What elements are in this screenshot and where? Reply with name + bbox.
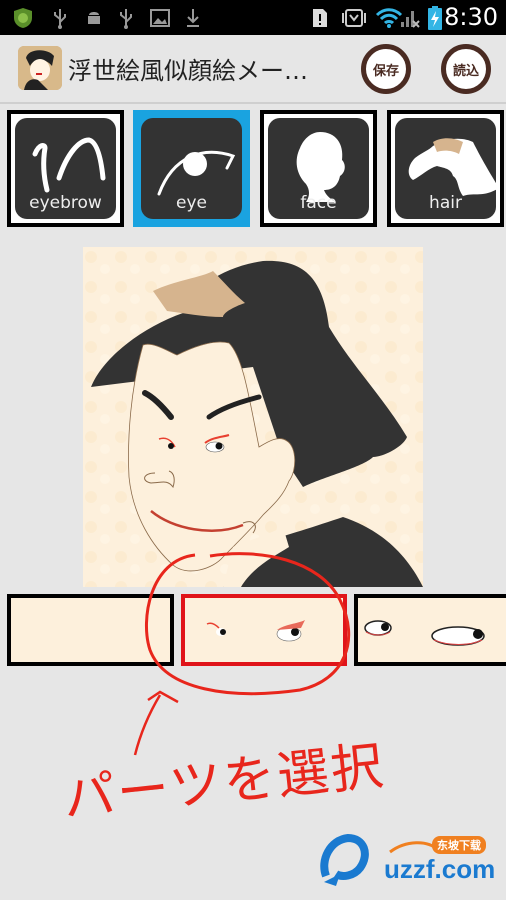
part-option-side-glance[interactable]: [354, 594, 506, 666]
tab-face[interactable]: face: [260, 110, 377, 227]
android-icon: [85, 7, 103, 28]
part-options: [0, 594, 506, 666]
watermark-brand: uzzf.com: [384, 854, 496, 884]
part-tabs: eyebrow eye face hair: [0, 108, 506, 230]
watermark-logo: uzzf.com 东坡下载: [320, 830, 500, 890]
image-icon: [150, 7, 170, 28]
part-option-selected[interactable]: [181, 594, 347, 666]
portrait-image: [83, 247, 423, 587]
wifi-icon: [375, 7, 403, 28]
part-option-none[interactable]: [7, 594, 174, 666]
battery-charging-icon: [428, 5, 442, 30]
signal-icon: [400, 7, 420, 28]
eye-option-icon: [206, 620, 305, 642]
sim-alert-icon: [312, 7, 328, 28]
tab-eyebrow-label: eyebrow: [29, 193, 102, 213]
tab-face-label: face: [300, 193, 337, 213]
app-title: 浮世絵風似顔絵メー…: [68, 57, 308, 85]
shield-bug-icon: [12, 7, 34, 28]
annotation-text: パーツを選択: [60, 736, 388, 830]
app-icon: [18, 46, 62, 90]
tab-eyebrow[interactable]: eyebrow: [7, 110, 124, 227]
robot-icon: [342, 7, 366, 28]
hair-icon: [408, 138, 499, 196]
eye-icon: [157, 150, 236, 196]
eye-option-icon: [364, 620, 485, 646]
annotation-arrowhead: [147, 690, 179, 704]
tab-eye[interactable]: eye: [133, 110, 250, 227]
eyebrow-icon: [32, 137, 106, 193]
watermark-tag: 东坡下载: [432, 836, 486, 854]
download-icon: [185, 7, 201, 28]
usb-icon: [52, 7, 68, 29]
tab-hair[interactable]: hair: [387, 110, 504, 227]
portrait-canvas[interactable]: [83, 247, 423, 587]
tab-eye-label: eye: [176, 193, 207, 213]
clock: 8:30: [444, 3, 498, 31]
save-button[interactable]: 保存: [361, 44, 411, 94]
action-bar: 浮世絵風似顔絵メー… 保存 読込: [0, 35, 506, 104]
usb-icon: [118, 7, 134, 29]
status-bar: 8:30: [0, 0, 506, 35]
load-button[interactable]: 読込: [441, 44, 491, 94]
tab-hair-label: hair: [429, 193, 462, 213]
